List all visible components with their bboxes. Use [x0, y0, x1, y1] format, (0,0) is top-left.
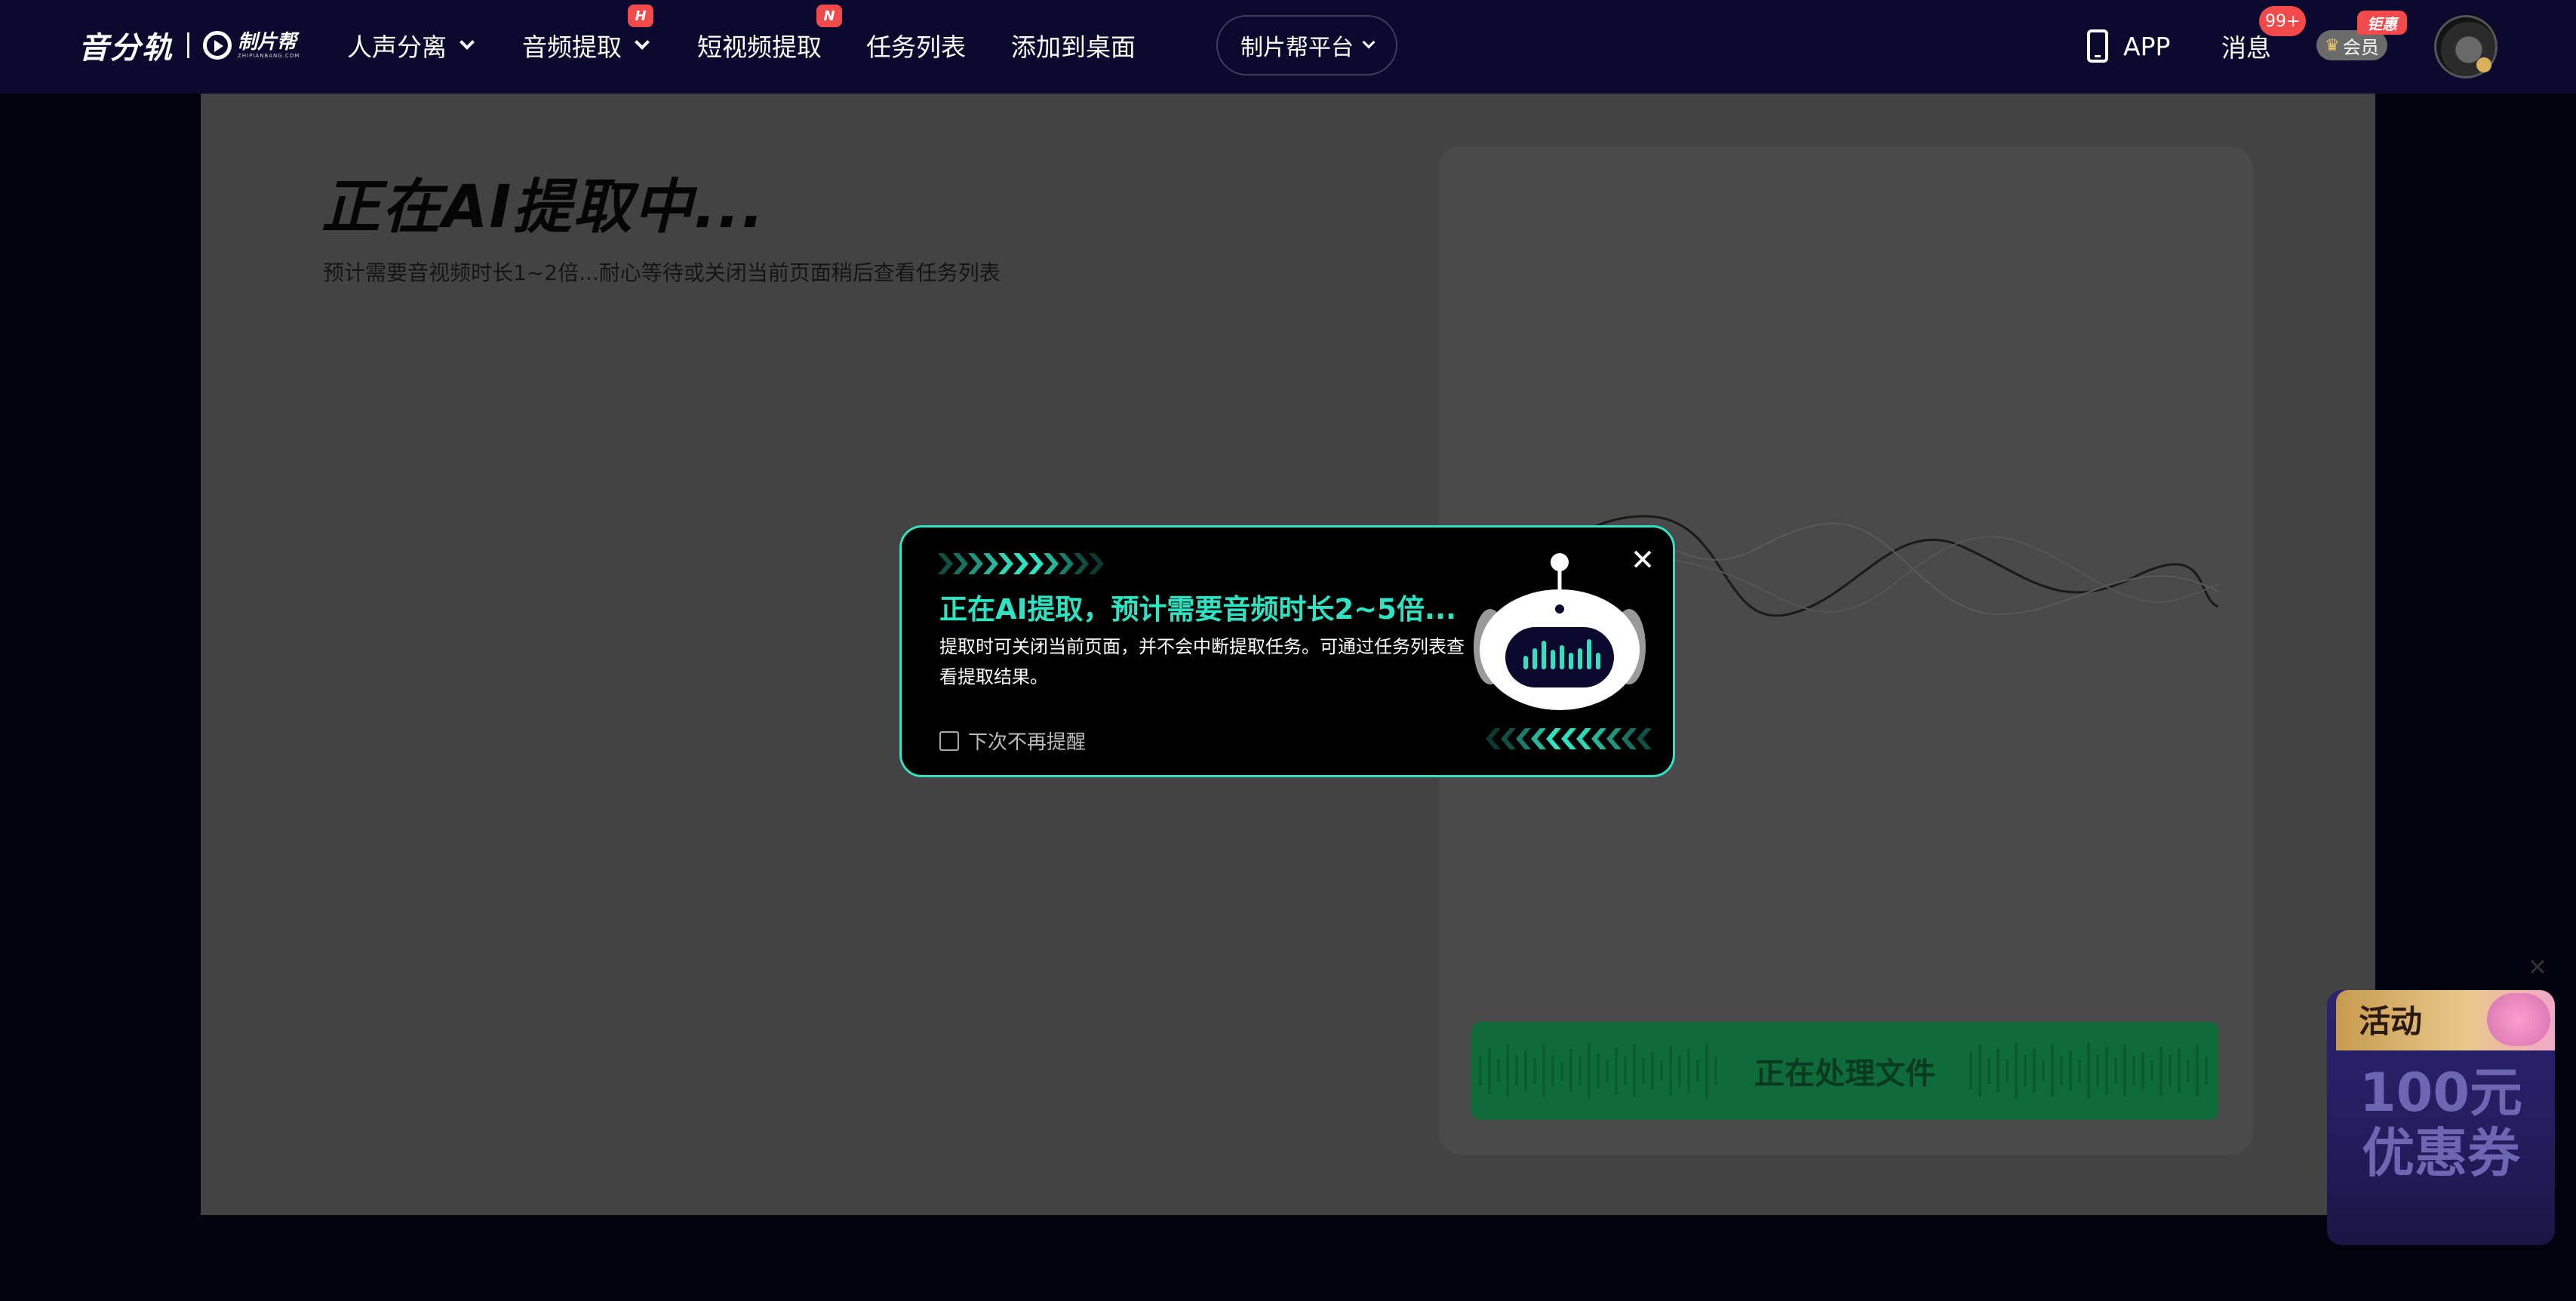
nav-item-vocal-separation[interactable]: 人声分离 — [347, 26, 475, 65]
page-title: 正在AI提取中... — [321, 174, 766, 241]
nav-item-label: 人声分离 — [347, 32, 447, 62]
platform-dropdown[interactable]: 制片帮平台 — [1216, 15, 1397, 75]
nav-item-label: 添加到桌面 — [1011, 32, 1136, 62]
chevron-down-icon — [460, 35, 475, 50]
new-badge: N — [816, 5, 842, 27]
brand-main-name: 音分轨 — [78, 31, 174, 66]
nav-item-label: 音频提取 — [522, 32, 622, 62]
coupon-promo-banner[interactable]: 活动 100元 优惠券 — [2327, 990, 2555, 1245]
hot-badge: H — [628, 5, 653, 27]
nav-item-task-list[interactable]: 任务列表 — [866, 26, 966, 65]
app-download-link[interactable]: APP — [2087, 27, 2170, 65]
promo-tag: 活动 — [2359, 1003, 2423, 1040]
dont-remind-label: 下次不再提醒 — [968, 731, 1087, 754]
promo-name: 优惠券 — [2362, 1122, 2520, 1184]
avatar-status-icon — [2476, 57, 2491, 72]
promo-amount: 100元 — [2359, 1062, 2523, 1124]
app-label: APP — [2123, 31, 2171, 61]
messages-count-badge: 99+ — [2259, 6, 2307, 36]
chevron-down-icon — [635, 35, 650, 50]
platform-label: 制片帮平台 — [1240, 35, 1354, 61]
top-navbar: 音分轨 制片帮 ZHIPIANBANG.COM 人声分离 音频提取 H 短视频提… — [0, 0, 2576, 94]
nav-item-add-to-desktop[interactable]: 添加到桌面 — [1011, 26, 1136, 65]
nav-item-label: 短视频提取 — [697, 32, 822, 62]
extraction-notice-modal: 正在AI提取，预计需要音频时长2~5倍... 提取时可关闭当前页面，并不会中断提… — [899, 525, 1675, 777]
processing-label: 正在处理文件 — [1754, 1056, 1935, 1091]
modal-description: 提取时可关闭当前页面，并不会中断提取任务。可通过任务列表查看提取结果。 — [939, 636, 1465, 687]
phone-icon — [2087, 29, 2108, 63]
vip-button[interactable]: ♛ 会员 — [2316, 30, 2387, 60]
messages-label: 消息 — [2221, 33, 2271, 63]
vip-discount-badge: 钜惠 — [2357, 11, 2407, 35]
brand-sub-url: ZHIPIANBANG.COM — [238, 53, 300, 59]
chevron-down-icon — [1362, 35, 1376, 49]
crown-icon: ♛ — [2325, 35, 2340, 55]
forward-arrows-icon — [938, 553, 1104, 574]
nav-item-audio-extract[interactable]: 音频提取 — [522, 26, 650, 65]
brand-sub-logo: 制片帮 ZHIPIANBANG.COM — [203, 31, 300, 60]
dont-remind-checkbox[interactable] — [939, 730, 959, 751]
vip-label: 会员 — [2342, 36, 2379, 58]
modal-close-icon[interactable] — [1628, 544, 1658, 574]
brand-logo[interactable]: 音分轨 制片帮 ZHIPIANBANG.COM — [78, 23, 300, 68]
heart-balloon-icon — [2487, 993, 2550, 1046]
messages-link[interactable]: 消息 — [2221, 27, 2271, 65]
page-subtitle: 预计需要音视频时长1~2倍...耐心等待或关闭当前页面稍后查看任务列表 — [323, 260, 1001, 285]
dont-remind-checkbox-row[interactable]: 下次不再提醒 — [939, 727, 1086, 755]
modal-title: 正在AI提取，预计需要音频时长2~5倍... — [939, 593, 1457, 626]
nav-item-label: 任务列表 — [866, 32, 966, 62]
promo-close-icon[interactable] — [2528, 957, 2547, 977]
brand-divider — [187, 32, 189, 58]
play-logo-icon — [203, 31, 232, 60]
backward-arrows-icon — [1486, 728, 1652, 749]
promo-header: 活动 — [2336, 990, 2555, 1050]
processing-status-bar: 正在处理文件 — [1471, 1022, 2218, 1120]
brand-sub-name: 制片帮 — [238, 31, 297, 54]
robot-mascot-icon — [1474, 553, 1646, 710]
nav-item-short-video-extract[interactable]: 短视频提取 — [697, 26, 822, 65]
